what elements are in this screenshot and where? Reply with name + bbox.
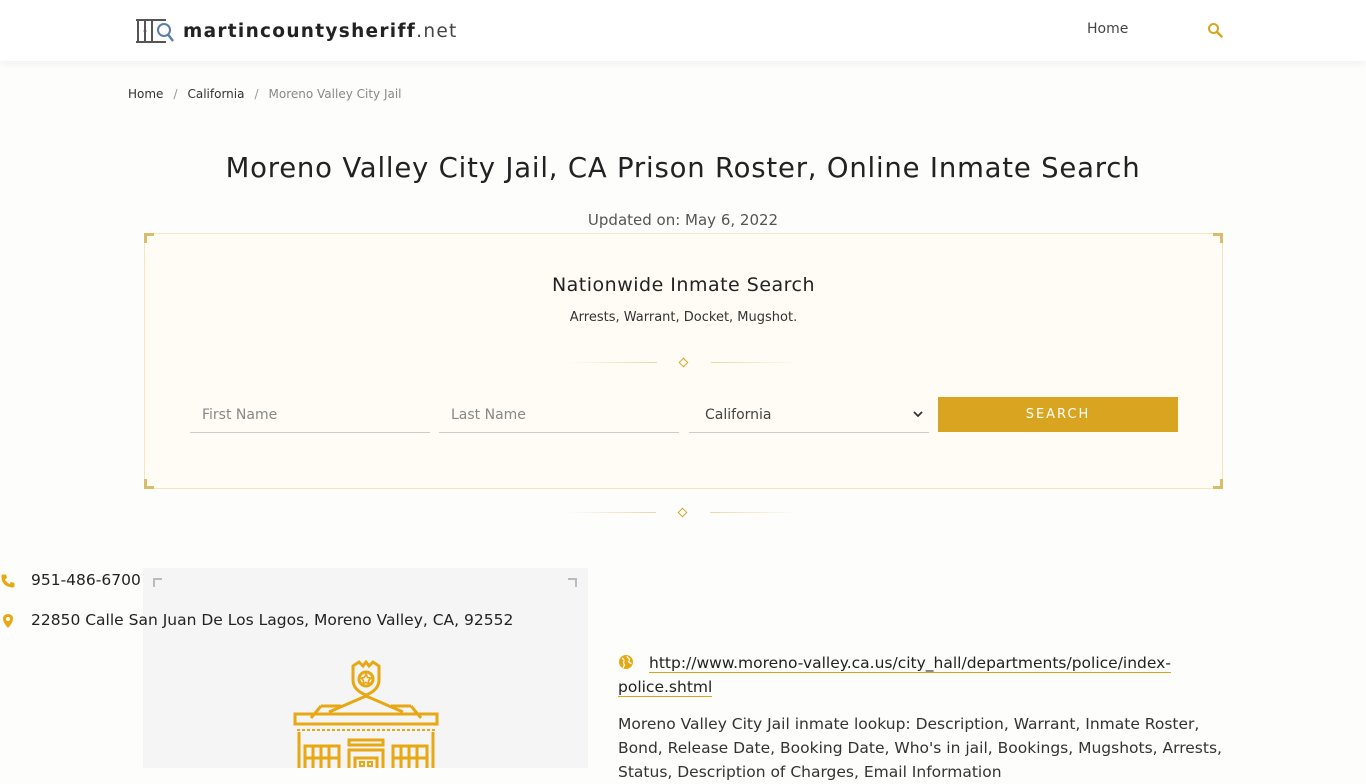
facility-image (143, 568, 588, 768)
updated-date: Updated on: May 6, 2022 (587, 211, 779, 229)
chevron-down-icon (913, 411, 923, 418)
breadcrumb-separator: / (173, 87, 178, 101)
search-button[interactable]: SEARCH (938, 397, 1178, 432)
logo-name: martincountysheriff (183, 20, 417, 42)
breadcrumb-california[interactable]: California (187, 87, 244, 101)
jail-building-icon (293, 660, 439, 768)
breadcrumb-home[interactable]: Home (128, 87, 163, 101)
corner-decoration (144, 479, 154, 489)
facility-address: 22850 Calle San Juan De Los Lagos, Moren… (0, 611, 610, 629)
breadcrumb: Home / California / Moreno Valley City J… (128, 87, 402, 101)
search-panel-subtitle: Arrests, Warrant, Docket, Mugshot. (569, 310, 798, 325)
facility-description: Moreno Valley City Jail inmate lookup: D… (618, 715, 1222, 781)
search-panel-title: Nationwide Inmate Search (551, 274, 816, 296)
globe-icon (619, 655, 633, 669)
address-text: 22850 Calle San Juan De Los Lagos, Moren… (31, 611, 514, 629)
state-select[interactable]: California (689, 397, 929, 433)
diamond-icon (677, 507, 688, 518)
corner-decoration (144, 233, 154, 243)
logo-tld: .net (416, 20, 458, 42)
ornamental-divider (569, 357, 799, 369)
diamond-icon (678, 357, 689, 368)
nav-home-link[interactable]: Home (1087, 21, 1128, 37)
divider-line (568, 512, 656, 513)
breadcrumb-separator: / (254, 87, 259, 101)
phone-icon (1, 574, 15, 588)
site-logo[interactable]: martincountysheriff.net (135, 16, 458, 46)
breadcrumb-current: Moreno Valley City Jail (268, 87, 402, 101)
website-link[interactable]: http://www.moreno-valley.ca.us/city_hall… (618, 654, 1171, 697)
last-name-input[interactable] (439, 397, 679, 433)
logo-text: martincountysheriff.net (183, 21, 458, 42)
state-select-value: California (705, 406, 772, 423)
ornamental-divider (568, 507, 798, 519)
site-header: martincountysheriff.net Home (0, 0, 1366, 61)
divider-line (710, 512, 798, 513)
divider-line (569, 362, 657, 363)
facility-phone: 951-486-6700 (0, 571, 610, 589)
jail-bars-magnifier-icon (136, 19, 174, 43)
first-name-input[interactable] (190, 397, 430, 433)
map-pin-icon (3, 614, 13, 628)
search-icon[interactable] (1207, 22, 1223, 38)
facility-website: http://www.moreno-valley.ca.us/city_hall… (618, 651, 1218, 699)
page-title: Moreno Valley City Jail, CA Prison Roste… (225, 152, 1141, 184)
corner-decoration (1213, 233, 1223, 243)
inmate-search-panel: Nationwide Inmate Search Arrests, Warran… (144, 233, 1223, 489)
corner-decoration (1213, 479, 1223, 489)
phone-number: 951-486-6700 (31, 571, 141, 589)
divider-line (711, 362, 799, 363)
